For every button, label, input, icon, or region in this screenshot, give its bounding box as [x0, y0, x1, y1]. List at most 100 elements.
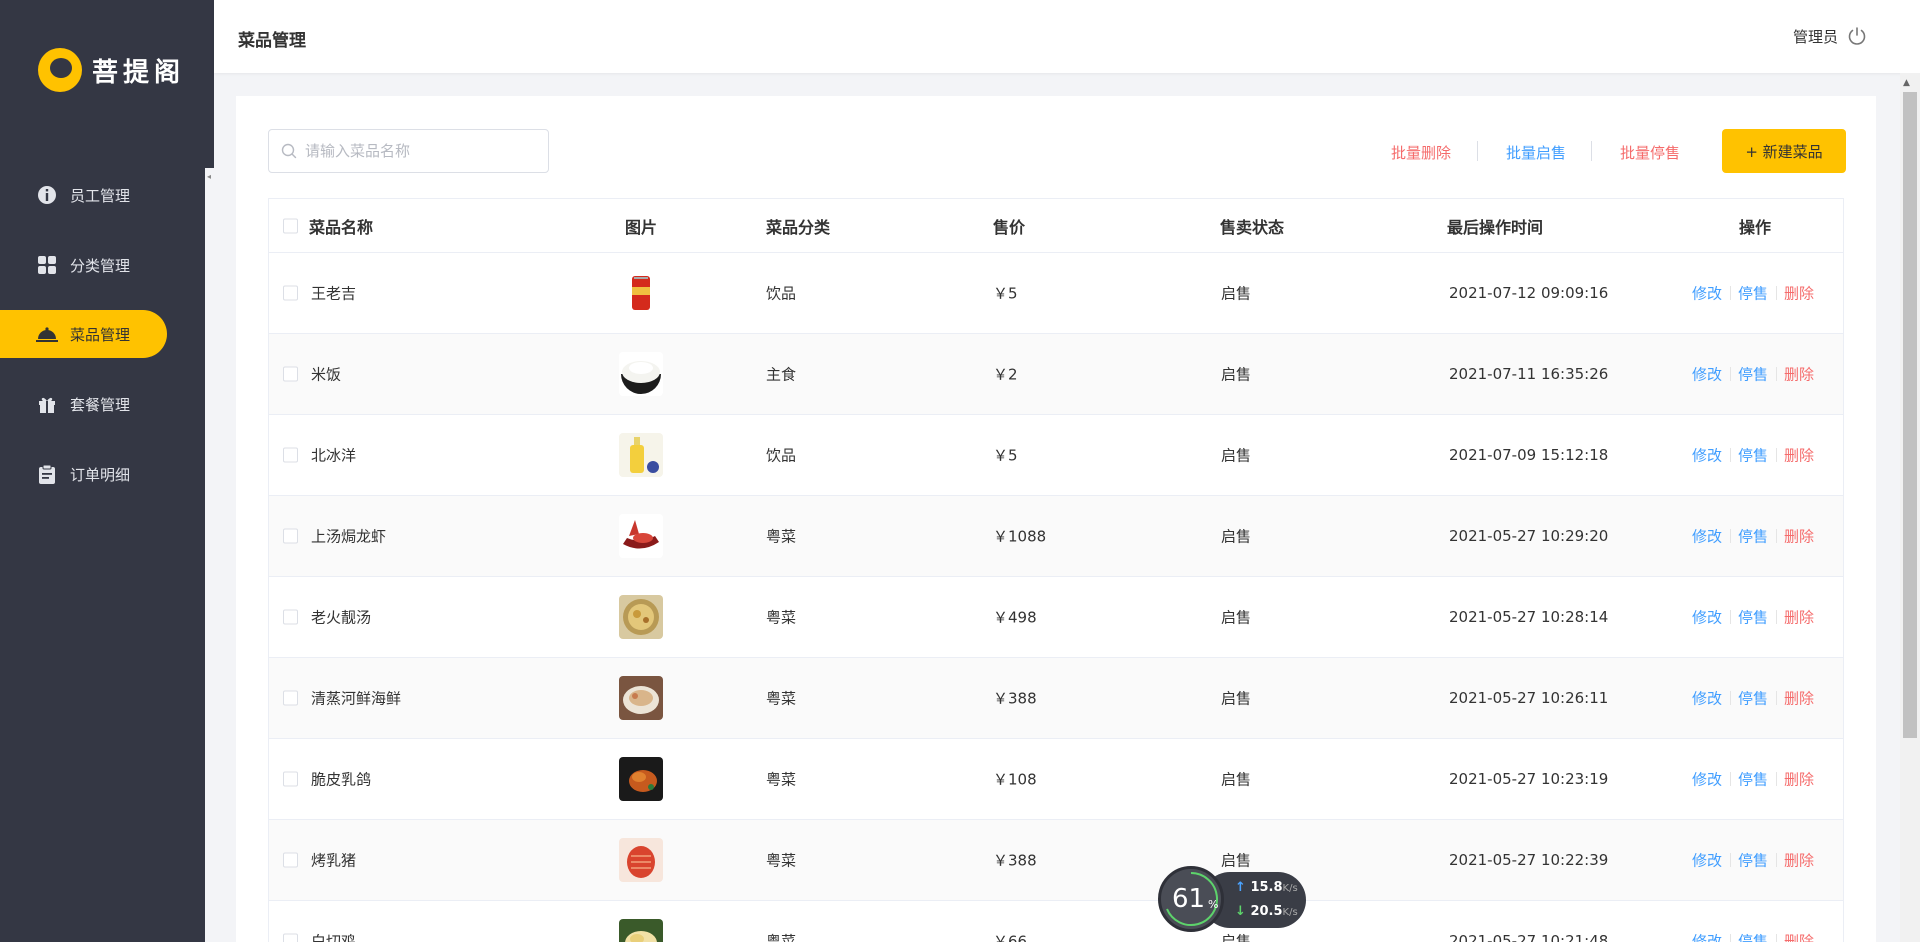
clipboard-icon: [36, 463, 58, 485]
disable-link[interactable]: 停售: [1738, 283, 1768, 304]
dish-price: ￥2: [993, 365, 1018, 384]
scrollbar-thumb[interactable]: [1903, 92, 1917, 738]
edit-link[interactable]: 修改: [1692, 931, 1722, 942]
disable-link[interactable]: 停售: [1738, 931, 1768, 942]
dish-image: [619, 595, 663, 639]
batch-enable-button[interactable]: 批量启售: [1506, 142, 1566, 163]
dish-category: 粤菜: [766, 608, 797, 627]
table-row: 白切鸡 粤菜 ￥66 启售 2021-05-27 10:21:48 修改 停售 …: [269, 901, 1843, 942]
edit-link[interactable]: 修改: [1692, 850, 1722, 871]
network-monitor-widget[interactable]: 61 % ↑ 15.8K/s ↓ 20.5K/s: [1158, 866, 1306, 932]
dish-updated-time: 2021-05-27 10:21:48: [1449, 932, 1609, 942]
dish-category: 主食: [766, 365, 797, 384]
table-row: 米饭 主食 ￥2 启售 2021-07-11 16:35:26 修改 停售 删除: [269, 334, 1843, 415]
new-dish-button[interactable]: + 新建菜品: [1722, 129, 1846, 173]
disable-link[interactable]: 停售: [1738, 769, 1768, 790]
sidebar-item-orders[interactable]: 订单明细: [0, 450, 167, 498]
row-checkbox[interactable]: [283, 285, 298, 301]
dish-image: [619, 676, 663, 720]
power-icon[interactable]: [1846, 25, 1868, 47]
dish-status: 启售: [1221, 527, 1252, 546]
row-checkbox[interactable]: [283, 366, 298, 382]
search-box[interactable]: [268, 129, 549, 173]
disable-link[interactable]: 停售: [1738, 526, 1768, 547]
action-divider: [1776, 691, 1777, 705]
batch-disable-button[interactable]: 批量停售: [1620, 142, 1680, 163]
batch-delete-button[interactable]: 批量删除: [1391, 142, 1451, 163]
sidebar-item-label: 员工管理: [70, 186, 131, 205]
edit-link[interactable]: 修改: [1692, 364, 1722, 385]
disable-link[interactable]: 停售: [1738, 850, 1768, 871]
dish-updated-time: 2021-07-11 16:35:26: [1449, 365, 1609, 383]
edit-link[interactable]: 修改: [1692, 283, 1722, 304]
action-divider: [1776, 853, 1777, 867]
logo-text: 菩提阁: [92, 57, 186, 88]
dish-image: [619, 352, 663, 396]
disable-link[interactable]: 停售: [1738, 445, 1768, 466]
user-name[interactable]: 管理员: [1793, 26, 1838, 47]
dish-updated-time: 2021-05-27 10:23:19: [1449, 770, 1609, 788]
dish-name: 脆皮乳鸽: [311, 770, 372, 789]
action-divider: [1776, 610, 1777, 624]
column-header: 菜品名称: [309, 217, 374, 237]
delete-link[interactable]: 删除: [1784, 364, 1814, 385]
disable-link[interactable]: 停售: [1738, 364, 1768, 385]
action-divider: [1730, 529, 1731, 543]
delete-link[interactable]: 删除: [1784, 769, 1814, 790]
action-divider: [1730, 610, 1731, 624]
row-checkbox[interactable]: [283, 528, 298, 544]
table-row: 上汤焗龙虾 粤菜 ￥1088 启售 2021-05-27 10:29:20 修改…: [269, 496, 1843, 577]
select-all-checkbox[interactable]: [283, 218, 298, 233]
row-checkbox[interactable]: [283, 933, 298, 942]
action-divider: [1730, 853, 1731, 867]
column-header: 图片: [625, 217, 658, 237]
dish-price: ￥108: [993, 770, 1037, 789]
toolbar-divider: [1591, 141, 1592, 161]
collapse-arrow-icon[interactable]: ◂: [207, 172, 211, 181]
dish-image: [619, 433, 663, 477]
dish-category: 粤菜: [766, 770, 797, 789]
row-checkbox[interactable]: [283, 447, 298, 463]
logo[interactable]: 菩提阁: [38, 48, 185, 92]
disable-link[interactable]: 停售: [1738, 607, 1768, 628]
action-divider: [1730, 772, 1731, 786]
delete-link[interactable]: 删除: [1784, 445, 1814, 466]
sidebar-item-employees[interactable]: 员工管理: [0, 171, 167, 219]
delete-link[interactable]: 删除: [1784, 607, 1814, 628]
dish-category: 饮品: [766, 446, 797, 465]
sidebar-item-combos[interactable]: 套餐管理: [0, 380, 167, 428]
edit-link[interactable]: 修改: [1692, 445, 1722, 466]
delete-link[interactable]: 删除: [1784, 850, 1814, 871]
edit-link[interactable]: 修改: [1692, 526, 1722, 547]
table-row: 清蒸河鲜海鲜 粤菜 ￥388 启售 2021-05-27 10:26:11 修改…: [269, 658, 1843, 739]
row-checkbox[interactable]: [283, 690, 298, 706]
logo-mark-icon: [38, 48, 82, 92]
scroll-up-arrow-icon[interactable]: ▲: [1903, 78, 1910, 88]
table-body: 王老吉 饮品 ￥5 启售 2021-07-12 09:09:16 修改 停售 删…: [269, 253, 1843, 942]
download-unit: K/s: [1282, 907, 1298, 918]
row-checkbox[interactable]: [283, 771, 298, 787]
row-checkbox[interactable]: [283, 609, 298, 625]
delete-link[interactable]: 删除: [1784, 283, 1814, 304]
action-divider: [1730, 367, 1731, 381]
row-checkbox[interactable]: [283, 852, 298, 868]
upload-value: 15.8: [1250, 880, 1283, 895]
sidebar-item-label: 菜品管理: [70, 325, 131, 344]
table-row: 烤乳猪 粤菜 ￥388 启售 2021-05-27 10:22:39 修改 停售…: [269, 820, 1843, 901]
sidebar-item-label: 分类管理: [70, 256, 131, 275]
search-input[interactable]: [305, 142, 535, 160]
action-divider: [1776, 529, 1777, 543]
disable-link[interactable]: 停售: [1738, 688, 1768, 709]
edit-link[interactable]: 修改: [1692, 769, 1722, 790]
delete-link[interactable]: 删除: [1784, 526, 1814, 547]
sidebar-item-dishes[interactable]: 菜品管理: [0, 310, 167, 358]
delete-link[interactable]: 删除: [1784, 688, 1814, 709]
dish-image: [619, 919, 663, 942]
delete-link[interactable]: 删除: [1784, 931, 1814, 942]
dish-category: 粤菜: [766, 932, 797, 942]
dish-status: 启售: [1221, 284, 1252, 303]
edit-link[interactable]: 修改: [1692, 688, 1722, 709]
dish-image: [619, 757, 663, 801]
sidebar-item-categories[interactable]: 分类管理: [0, 241, 167, 289]
edit-link[interactable]: 修改: [1692, 607, 1722, 628]
